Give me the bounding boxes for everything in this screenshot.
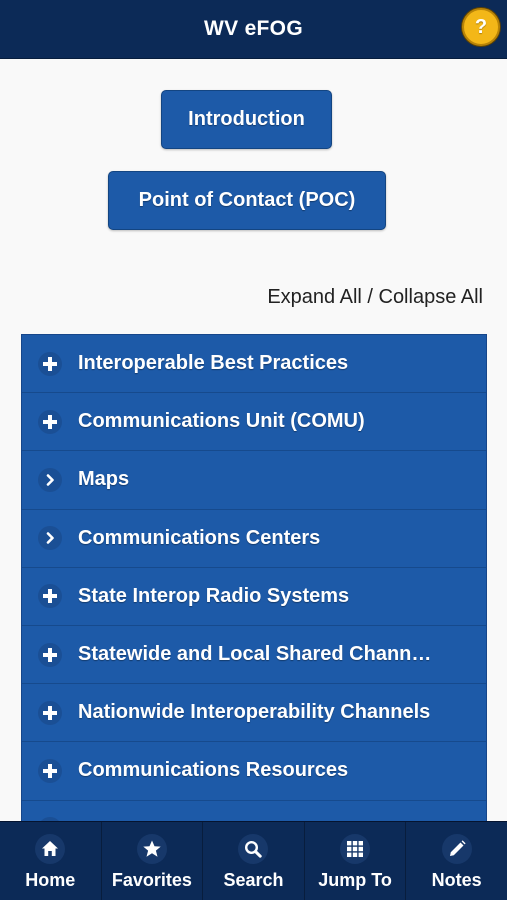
list-item-label: Communications Unit (COMU): [78, 410, 365, 433]
list-item-communications-centers[interactable]: Communications Centers: [22, 510, 486, 568]
search-icon: [238, 834, 269, 864]
list-item-interoperable-best-practices[interactable]: Interoperable Best Practices: [22, 335, 486, 394]
pencil-icon: [441, 834, 472, 864]
list-item-communications-unit[interactable]: Communications Unit (COMU): [22, 393, 486, 452]
list-item-statewide-local-shared-channels[interactable]: Statewide and Local Shared Chann…: [22, 626, 486, 685]
list-item-nationwide-interoperability-channels[interactable]: Nationwide Interoperability Channels: [22, 684, 486, 743]
chevron-right-icon: [38, 467, 62, 492]
list-item-maps[interactable]: Maps: [22, 451, 486, 510]
home-icon: [35, 834, 66, 864]
list-item-partial[interactable]: [22, 801, 486, 821]
plus-icon: [38, 584, 62, 609]
tab-label: Jump To: [318, 870, 392, 890]
tab-jump-to[interactable]: Jump To: [305, 822, 407, 900]
plus-icon: [38, 642, 62, 667]
list-item-label: State Interop Radio Systems: [78, 584, 350, 607]
plus-icon: [38, 409, 62, 434]
list-item-label: Nationwide Interoperability Channels: [78, 701, 431, 724]
app-header: WV eFOG ?: [0, 0, 507, 59]
list-item-communications-resources[interactable]: Communications Resources: [22, 742, 486, 801]
list-item-label: Communications Resources: [78, 759, 349, 782]
list-item-label: Statewide and Local Shared Chann…: [78, 643, 432, 666]
tab-label: Notes: [431, 870, 482, 890]
help-button[interactable]: ?: [462, 8, 500, 46]
list-item-state-interop-radio-systems[interactable]: State Interop Radio Systems: [22, 568, 486, 626]
tab-label: Search: [223, 870, 284, 890]
tab-label: Home: [25, 870, 76, 890]
grid-icon: [340, 834, 371, 864]
bottom-tab-bar: Home Favorites Search Jump To Notes: [0, 821, 507, 900]
list-item-label: Maps: [78, 468, 130, 491]
tab-notes[interactable]: Notes: [406, 822, 507, 900]
tab-search[interactable]: Search: [203, 822, 305, 900]
section-list: Interoperable Best Practices Communicati…: [21, 334, 487, 821]
point-of-contact-button[interactable]: Point of Contact (POC): [108, 171, 386, 230]
plus-icon: [38, 700, 62, 725]
star-icon: [136, 834, 167, 864]
plus-icon: [38, 758, 62, 783]
plus-icon: [38, 351, 62, 376]
chevron-right-icon: [38, 526, 62, 551]
tab-favorites[interactable]: Favorites: [102, 822, 204, 900]
tab-label: Favorites: [111, 870, 192, 890]
introduction-button[interactable]: Introduction: [161, 90, 332, 149]
list-item-label: Interoperable Best Practices: [78, 352, 349, 375]
expand-collapse-all-link[interactable]: Expand All / Collapse All: [267, 286, 483, 309]
app-title: WV eFOG: [204, 17, 303, 40]
main-content: Introduction Point of Contact (POC) Expa…: [0, 59, 507, 821]
list-item-label: Communications Centers: [78, 526, 321, 549]
help-icon: ?: [474, 15, 488, 38]
tab-home[interactable]: Home: [0, 822, 102, 900]
